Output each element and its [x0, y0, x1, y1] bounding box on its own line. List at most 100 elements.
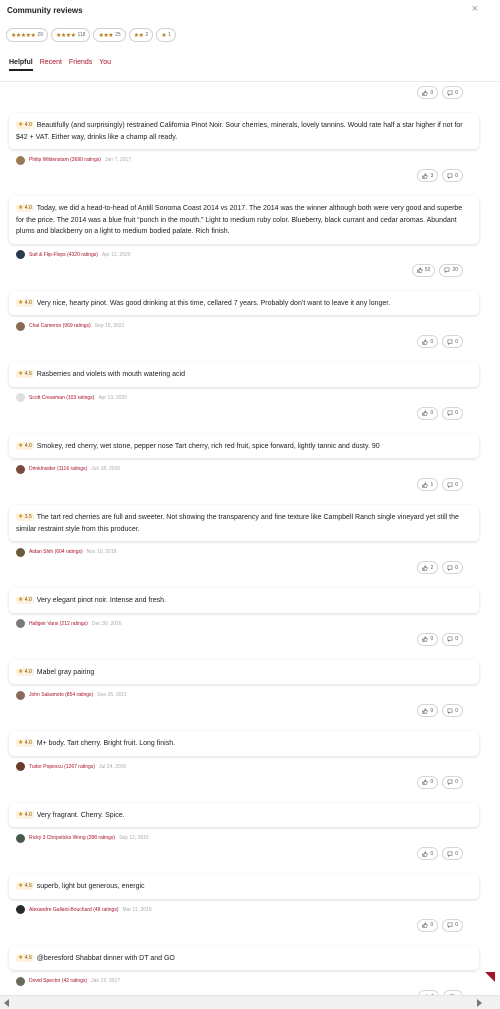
reviewer-link[interactable]: Suit & Flip-Flops (4320 ratings): [29, 252, 98, 258]
like-count: 0: [430, 89, 434, 96]
review-text: ★ 3.5 The tart red cherries are full and …: [16, 512, 472, 535]
review-card: ★ 4.0 Mabel gray pairing: [9, 659, 479, 684]
review-tabs: Helpful Recent Friends You: [9, 59, 111, 71]
community-reviews-panel: Community reviews × ★★★★★ 29 ★★★★ 118 ★★★ 25 ★…: [0, 0, 500, 995]
comment-button[interactable]: 0: [442, 561, 463, 574]
tab-friends[interactable]: Friends: [69, 59, 92, 71]
reviewer-link[interactable]: John Sakamoto (854 ratings): [29, 692, 93, 698]
review-text: ★ 4.0 M+ body. Tart cherry. Bright fruit.…: [16, 738, 472, 750]
speech-bubble-icon: [447, 708, 453, 714]
reviewer-link[interactable]: Hallgeir Varsi (212 ratings): [29, 621, 88, 627]
like-button[interactable]: 52: [411, 263, 436, 277]
tab-helpful[interactable]: Helpful: [9, 59, 33, 71]
reviewer-link[interactable]: Chai Cameron (969 ratings): [29, 323, 91, 329]
thumbs-up-icon: [422, 481, 428, 488]
comment-button[interactable]: 0: [442, 335, 463, 348]
reviewer-link[interactable]: Philip Wildenstam (3690 ratings): [29, 157, 101, 163]
avatar[interactable]: [16, 690, 25, 700]
resize-corner-icon[interactable]: [485, 972, 495, 982]
comment-button[interactable]: 20: [439, 263, 463, 277]
review-meta: John Sakamoto (854 ratings) Sep 26, 2021: [16, 690, 484, 700]
rating-filter-chip[interactable]: ★★★★★ 29: [6, 28, 48, 42]
comment-button[interactable]: 0: [442, 169, 463, 182]
star-icon: ★★★: [98, 32, 114, 39]
review-meta: Dovid Spector (42 ratings) Jan 22, 2017: [16, 976, 484, 986]
review-text: ★ 4.0 Smokey, red cherry, wet stone, pepp…: [16, 441, 472, 453]
review-body: The tart red cherries are full and sweet…: [16, 514, 459, 533]
review-card: ★ 4.5 @beresford Shabbat dinner with DT a…: [9, 945, 479, 970]
review-text: ★ 4.0 Mabel gray pairing: [16, 667, 472, 679]
avatar[interactable]: [16, 155, 25, 165]
like-button[interactable]: 2: [417, 561, 439, 574]
comment-button[interactable]: 0: [442, 918, 463, 932]
rating-filter-chip[interactable]: ★★★★ 118: [50, 28, 91, 42]
rating-filter-chip[interactable]: ★★★ 25: [93, 28, 126, 42]
like-button[interactable]: 0: [417, 335, 439, 348]
review-text: ★ 4.5 Rasberries and violets with mouth w…: [16, 369, 472, 381]
comment-button[interactable]: 0: [442, 478, 463, 491]
like-button[interactable]: 1: [417, 478, 439, 491]
avatar[interactable]: [16, 393, 25, 402]
like-button[interactable]: 0: [417, 406, 439, 420]
like-button[interactable]: 3: [417, 169, 439, 182]
avatar[interactable]: [16, 464, 25, 474]
like-button[interactable]: 0: [417, 775, 439, 789]
review-actions: 52 20: [0, 263, 463, 277]
review-card: ★ 4.0 Today, we did a head-to-head of Ant…: [9, 196, 479, 244]
reviews-list[interactable]: 0 0 ★ 4.0 Beautifully (and surprisingly) …: [0, 82, 484, 995]
like-button[interactable]: 0: [417, 704, 439, 717]
avatar[interactable]: [16, 976, 25, 986]
rating-value: 4.0: [24, 668, 32, 675]
reviewer-link[interactable]: Scott Creasman (103 ratings): [29, 395, 94, 401]
comment-button[interactable]: 0: [442, 632, 463, 646]
avatar[interactable]: [16, 619, 25, 628]
avatar[interactable]: [16, 547, 25, 557]
comment-button[interactable]: 0: [442, 847, 463, 860]
like-count: 0: [430, 779, 434, 785]
reviewer-link[interactable]: Aidan Shih (604 ratings): [29, 549, 83, 555]
scroll-left-icon[interactable]: [4, 999, 9, 1007]
rating-badge: ★ 4.5: [16, 370, 34, 378]
reviewer-link[interactable]: Ricky 3 Chopsticks Wong (288 ratings): [29, 835, 115, 841]
review-body: Very nice, hearty pinot. Was good drinki…: [36, 299, 391, 307]
like-button[interactable]: 0: [417, 918, 439, 932]
scroll-right-icon[interactable]: [477, 999, 482, 1007]
thumbs-up-icon: [422, 636, 428, 642]
like-button[interactable]: 0: [417, 847, 439, 860]
comment-count: 20: [452, 267, 458, 273]
avatar[interactable]: [16, 321, 25, 331]
reviewer-link[interactable]: Dovid Spector (42 ratings): [29, 978, 87, 984]
review-actions: 00: [0, 918, 463, 932]
rating-filter-chip[interactable]: ★ 1: [156, 28, 176, 42]
comment-button[interactable]: 0: [442, 704, 463, 717]
vertical-scrollbar[interactable]: [484, 0, 500, 995]
reviewer-link[interactable]: Alexandre Gallant-Bouchard (48 ratings): [29, 907, 119, 913]
speech-bubble-icon: [447, 339, 453, 345]
comment-button[interactable]: 0: [442, 775, 463, 789]
tab-recent[interactable]: Recent: [40, 59, 62, 71]
reviewer-link[interactable]: Tudor Popescu (1267 ratings): [29, 764, 95, 770]
close-icon[interactable]: ×: [472, 3, 478, 15]
rating-badge: ★ 4.5: [16, 953, 34, 962]
comment-button[interactable]: 0: [442, 86, 463, 99]
star-icon: ★: [18, 122, 24, 128]
speech-bubble-icon: [445, 267, 450, 273]
like-count: 1: [430, 481, 434, 488]
rating-filter-chip[interactable]: ★★ 2: [128, 28, 154, 42]
tab-you[interactable]: You: [99, 59, 111, 71]
avatar[interactable]: [16, 833, 25, 843]
star-icon: ★: [18, 811, 24, 818]
like-button[interactable]: 0: [417, 632, 439, 646]
review-text: ★ 4.0 Very fragrant. Cherry. Spice.: [16, 810, 472, 822]
like-button[interactable]: 0: [417, 86, 439, 99]
like-count: 3: [430, 172, 434, 179]
comment-button[interactable]: 0: [442, 406, 463, 420]
rating-value: 4.0: [24, 442, 32, 449]
reviewer-link[interactable]: DrinkInsider (1116 ratings): [29, 466, 87, 472]
avatar[interactable]: [16, 250, 25, 259]
review-body: Smokey, red cherry, wet stone, pepper no…: [36, 442, 380, 450]
review-date: Apr 12, 2020: [101, 251, 131, 258]
avatar[interactable]: [16, 905, 25, 914]
horizontal-scrollbar[interactable]: [0, 995, 500, 1009]
avatar[interactable]: [16, 762, 25, 771]
